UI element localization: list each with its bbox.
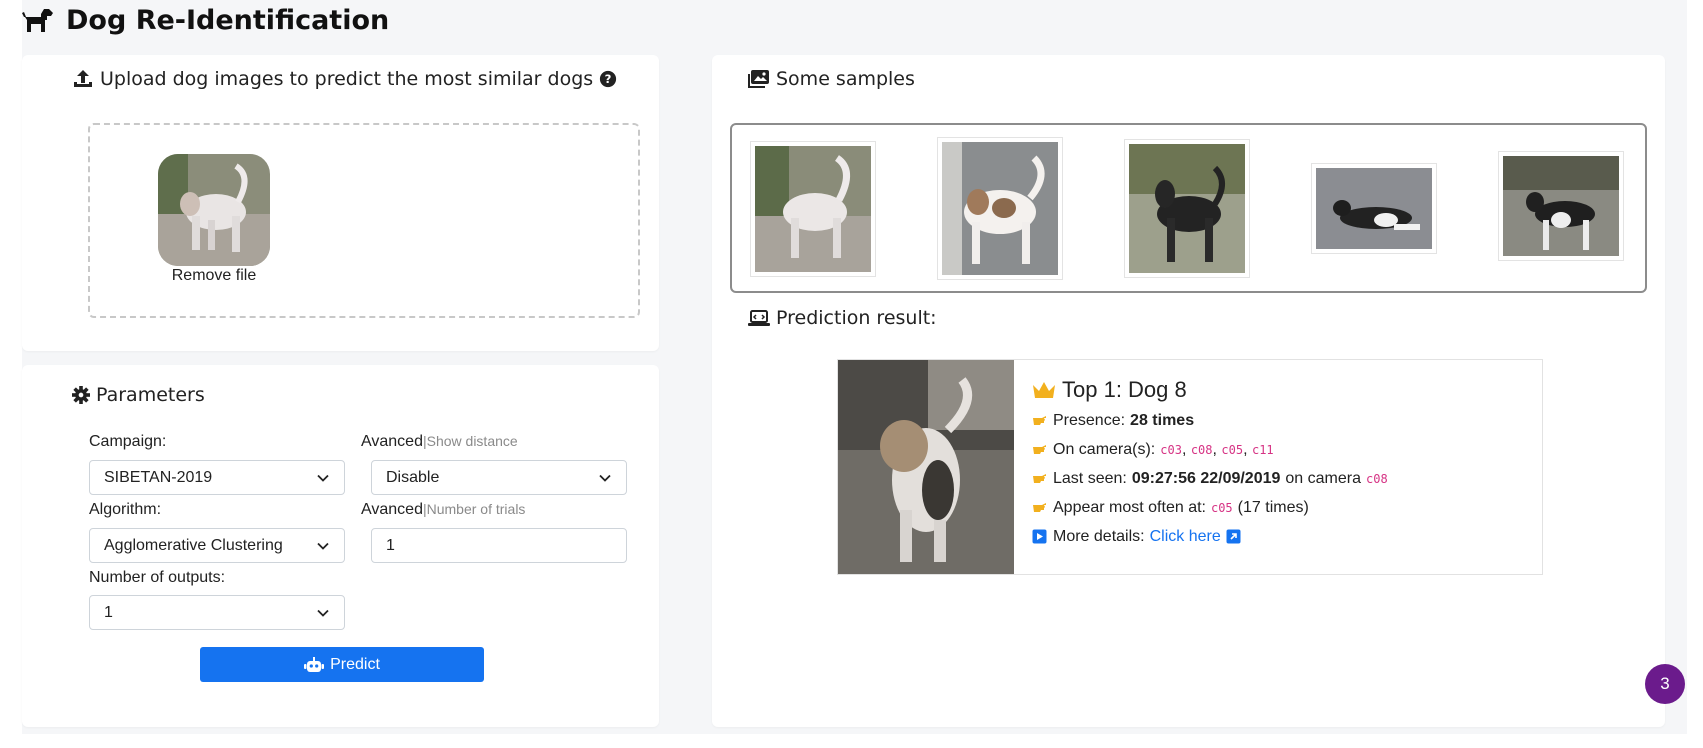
presence-value: 28 times <box>1130 411 1195 429</box>
page-title: Dog Re-Identification <box>22 2 389 38</box>
samples-card: Some samples Prediction result: Top 1: D… <box>712 55 1665 727</box>
play-square-icon <box>1032 529 1047 544</box>
camera-code: c08 <box>1190 442 1213 457</box>
details-row: More details: Click here <box>1032 522 1388 551</box>
distance-value: Disable <box>386 468 440 486</box>
hand-point-icon <box>1033 445 1046 454</box>
chevron-down-icon <box>317 609 329 617</box>
presence-label: Presence: <box>1053 411 1126 429</box>
hand-point-icon <box>1033 474 1046 483</box>
upload-dropzone[interactable]: Remove file <box>88 123 640 318</box>
crown-icon <box>1033 382 1055 398</box>
camera-code: c05 <box>1210 500 1233 515</box>
most-often-label: Appear most often at: <box>1053 498 1206 516</box>
page-title-text: Dog Re-Identification <box>66 4 390 36</box>
camera-code: c08 <box>1366 471 1388 486</box>
remove-file-link[interactable]: Remove file <box>150 267 278 285</box>
notification-badge[interactable]: 3 <box>1645 664 1685 704</box>
campaign-label: Campaign: <box>89 433 167 450</box>
parameters-title-text: Parameters <box>96 384 205 406</box>
distance-label-sub: |Show distance <box>422 433 518 449</box>
algorithm-value: Agglomerative Clustering <box>104 536 283 554</box>
distance-select[interactable]: Disable <box>371 460 627 495</box>
camera-code: c03 <box>1160 442 1182 457</box>
campaign-value: SIBETAN-2019 <box>104 468 213 486</box>
last-seen-row: Last seen: 09:27:56 22/09/2019 on camera… <box>1032 464 1388 493</box>
prediction-title: Prediction result: <box>748 307 937 329</box>
uploaded-image-thumbnail <box>158 154 270 266</box>
cameras-label: On camera(s): <box>1053 440 1156 458</box>
last-seen-label: Last seen: <box>1053 469 1127 487</box>
top-match-text: Top 1: Dog 8 <box>1062 377 1187 402</box>
robot-icon <box>304 656 325 672</box>
upload-icon <box>74 70 92 87</box>
prediction-result-card: Top 1: Dog 8 Presence: 28 times On camer… <box>837 359 1543 575</box>
predict-button[interactable]: Predict <box>200 647 484 682</box>
images-icon <box>748 70 769 88</box>
most-often-count: (17 times) <box>1237 498 1309 516</box>
distance-label-text: Avanced <box>361 433 423 450</box>
algorithm-select[interactable]: Agglomerative Clustering <box>89 528 345 563</box>
gear-icon <box>72 386 90 404</box>
top-match-image <box>838 360 1014 574</box>
upload-title-text: Upload dog images to predict the most si… <box>100 68 594 90</box>
chevron-down-icon <box>317 542 329 550</box>
sample-image[interactable] <box>1498 151 1624 261</box>
sample-image[interactable] <box>1124 139 1250 278</box>
details-link[interactable]: Click here <box>1150 528 1221 546</box>
prediction-details: Top 1: Dog 8 Presence: 28 times On camer… <box>1032 374 1388 551</box>
laptop-code-icon <box>748 310 770 326</box>
cameras-row: On camera(s): c03, c08, c05, c11 <box>1032 435 1388 464</box>
sample-image[interactable] <box>937 137 1063 280</box>
predict-button-label: Predict <box>330 655 380 673</box>
upload-card: Upload dog images to predict the most si… <box>22 55 659 351</box>
algorithm-label: Algorithm: <box>89 501 162 518</box>
samples-gallery <box>730 123 1647 293</box>
sample-image[interactable] <box>750 141 876 277</box>
top-match-heading: Top 1: Dog 8 <box>1032 374 1388 406</box>
outputs-select[interactable]: 1 <box>89 595 345 630</box>
trials-label-sub: |Number of trials <box>422 501 526 517</box>
samples-title: Some samples <box>748 68 915 90</box>
campaign-select[interactable]: SIBETAN-2019 <box>89 460 345 495</box>
svg-text:?: ? <box>605 72 612 86</box>
presence-row: Presence: 28 times <box>1032 406 1388 435</box>
hand-point-icon <box>1033 503 1046 512</box>
dog-icon <box>22 9 53 32</box>
upload-title: Upload dog images to predict the most si… <box>72 68 617 90</box>
camera-code: c05 <box>1221 442 1244 457</box>
last-seen-mid: on camera <box>1285 469 1361 487</box>
parameters-card: Parameters Campaign: SIBETAN-2019 Algori… <box>22 365 659 727</box>
hand-point-icon <box>1033 416 1046 425</box>
last-seen-value: 09:27:56 22/09/2019 <box>1131 469 1281 487</box>
trials-label-text: Avanced <box>361 501 423 518</box>
outputs-value: 1 <box>104 603 113 621</box>
parameters-title: Parameters <box>72 384 205 406</box>
help-icon[interactable]: ? <box>599 70 617 88</box>
most-often-row: Appear most often at: c05 (17 times) <box>1032 493 1388 522</box>
trials-label: Avanced|Number of trials <box>361 501 525 519</box>
samples-title-text: Some samples <box>776 68 915 90</box>
sample-image[interactable] <box>1311 163 1437 254</box>
trials-input[interactable]: 1 <box>371 528 627 563</box>
chevron-down-icon <box>317 474 329 482</box>
camera-code: c11 <box>1251 442 1274 457</box>
external-link-icon[interactable] <box>1226 529 1242 544</box>
outputs-label: Number of outputs: <box>89 569 226 586</box>
details-label: More details: <box>1053 527 1145 545</box>
distance-label: Avanced|Show distance <box>361 433 518 451</box>
prediction-title-text: Prediction result: <box>776 307 937 329</box>
chevron-down-icon <box>599 474 611 482</box>
trials-value: 1 <box>386 536 395 554</box>
